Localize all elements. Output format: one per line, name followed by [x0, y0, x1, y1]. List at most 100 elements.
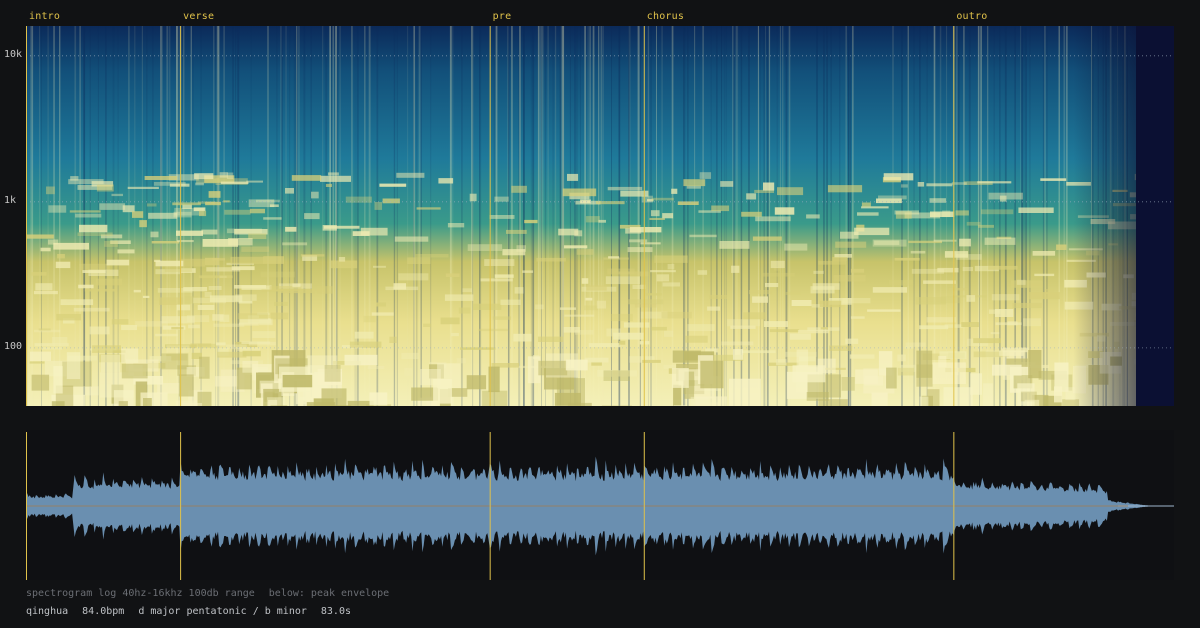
spectrogram-harmonic — [46, 186, 55, 195]
spectrogram-harmonic — [995, 309, 1014, 317]
spectrogram-harmonic — [467, 244, 503, 251]
spectrogram-harmonic — [472, 303, 502, 310]
spectrogram-bass-band — [143, 398, 152, 406]
section-label-chorus[interactable]: chorus — [647, 11, 684, 22]
spectrogram-onset — [776, 26, 778, 406]
spectrogram-harmonic — [186, 315, 210, 323]
spectrogram-onset — [574, 26, 576, 406]
spectrogram-bass-band — [100, 354, 120, 373]
spectrogram-harmonic — [849, 354, 875, 359]
spectrogram-harmonic — [242, 350, 261, 357]
spectrogram-harmonic — [155, 333, 178, 337]
spectrogram-harmonic — [389, 336, 397, 343]
spectrogram-onset — [763, 26, 766, 406]
spectrogram-onset — [1058, 26, 1060, 406]
spectrogram-harmonic — [237, 313, 269, 320]
spectrogram-bass-band — [328, 405, 352, 406]
spectrogram-harmonic — [150, 231, 159, 238]
spectrogram-harmonic — [263, 217, 282, 220]
spectrogram-harmonic — [500, 299, 521, 305]
spectrogram-harmonic — [246, 180, 263, 183]
spectrogram-harmonic — [897, 367, 915, 376]
spectrogram-bass-band — [242, 361, 259, 373]
spectrogram-harmonic — [683, 179, 706, 187]
spectrogram-harmonic — [905, 342, 926, 347]
spectrogram-onset — [537, 26, 540, 406]
spectrogram-harmonic — [818, 260, 847, 265]
spectrogram-harmonic — [401, 352, 419, 360]
spectrogram-onset — [611, 26, 612, 406]
section-label-pre[interactable]: pre — [493, 11, 512, 22]
spectrogram-onset — [779, 26, 781, 406]
spectrogram-harmonic — [977, 181, 1012, 184]
spectrogram-bass-band — [344, 354, 378, 366]
spectrogram-panel[interactable] — [26, 26, 1174, 406]
spectrogram-harmonic — [845, 338, 859, 344]
spectrogram-onset — [852, 26, 854, 406]
section-label-intro[interactable]: intro — [29, 11, 60, 22]
spectrogram-harmonic — [199, 210, 207, 217]
spectrogram-harmonic — [558, 228, 579, 236]
spectrogram-harmonic — [628, 299, 664, 305]
spectrogram-harmonic — [685, 335, 708, 343]
spectrogram-onset — [418, 26, 421, 406]
spectrogram-harmonic — [854, 227, 890, 236]
spectrogram-bass-band — [871, 392, 888, 406]
section-label-outro[interactable]: outro — [956, 11, 987, 22]
spectrogram-harmonic — [177, 304, 191, 311]
waveform-panel[interactable] — [26, 430, 1174, 580]
spectrogram-harmonic — [195, 182, 204, 186]
spectrogram-harmonic — [748, 290, 773, 295]
spectrogram-bass-band — [700, 360, 724, 389]
spectrogram-onset — [993, 26, 995, 406]
spectrogram-harmonic — [252, 331, 276, 338]
spectrogram-harmonic — [605, 276, 641, 285]
spectrogram-harmonic — [645, 293, 662, 296]
spectrogram-onset — [289, 26, 291, 406]
spectrogram-harmonic — [819, 300, 842, 308]
spectrogram-harmonic — [78, 284, 94, 289]
spectrogram-harmonic — [608, 256, 620, 259]
spectrogram-harmonic — [121, 325, 137, 331]
spectrogram-onset — [576, 26, 578, 406]
spectrogram-harmonic — [585, 216, 600, 223]
section-label-verse[interactable]: verse — [183, 11, 214, 22]
spectrogram-harmonic — [70, 176, 79, 181]
spectrogram-onset — [322, 26, 324, 406]
spectrogram-harmonic — [741, 211, 762, 217]
spectrogram-harmonic — [820, 327, 828, 330]
spectrogram-onset — [1029, 26, 1031, 406]
spectrogram-harmonic — [133, 289, 141, 293]
spectrogram-description: spectrogram log 40hz-16khz 100db range — [26, 588, 255, 599]
spectrogram-onset — [628, 26, 630, 406]
spectrogram-harmonic — [139, 220, 147, 228]
spectrogram-harmonic — [867, 309, 901, 312]
spectrogram-harmonic — [872, 239, 907, 247]
spectrogram-onset — [192, 26, 194, 406]
spectrogram-harmonic — [610, 313, 633, 322]
spectrogram-harmonic — [1023, 318, 1042, 327]
spectrogram-bass-band — [538, 360, 568, 376]
spectrogram-onset — [687, 26, 689, 406]
spectrogram-harmonic — [584, 357, 609, 363]
spectrogram-bass-band — [567, 402, 592, 406]
spectrogram-harmonic — [75, 213, 102, 218]
spectrogram-harmonic — [752, 236, 782, 241]
spectrogram-onset — [826, 26, 828, 406]
spectrogram-onset — [968, 26, 971, 406]
spectrogram-bass-band — [30, 351, 51, 361]
spectrogram-harmonic — [832, 257, 847, 262]
spectrogram-bass-band — [673, 405, 688, 406]
spectrogram-harmonic — [850, 268, 865, 273]
spectrogram-harmonic — [1034, 273, 1055, 277]
spectrogram-harmonic — [662, 282, 680, 287]
spectrogram-harmonic — [416, 207, 441, 210]
spectrogram-harmonic — [159, 297, 184, 305]
spectrogram-bass-band — [51, 401, 65, 406]
spectrogram-harmonic — [1016, 279, 1026, 285]
spectrogram-onset — [332, 26, 335, 406]
spectrogram-onset — [213, 26, 215, 406]
spectrogram-harmonic — [538, 336, 564, 342]
spectrogram-harmonic — [514, 287, 524, 294]
spectrogram-onset — [364, 26, 366, 406]
